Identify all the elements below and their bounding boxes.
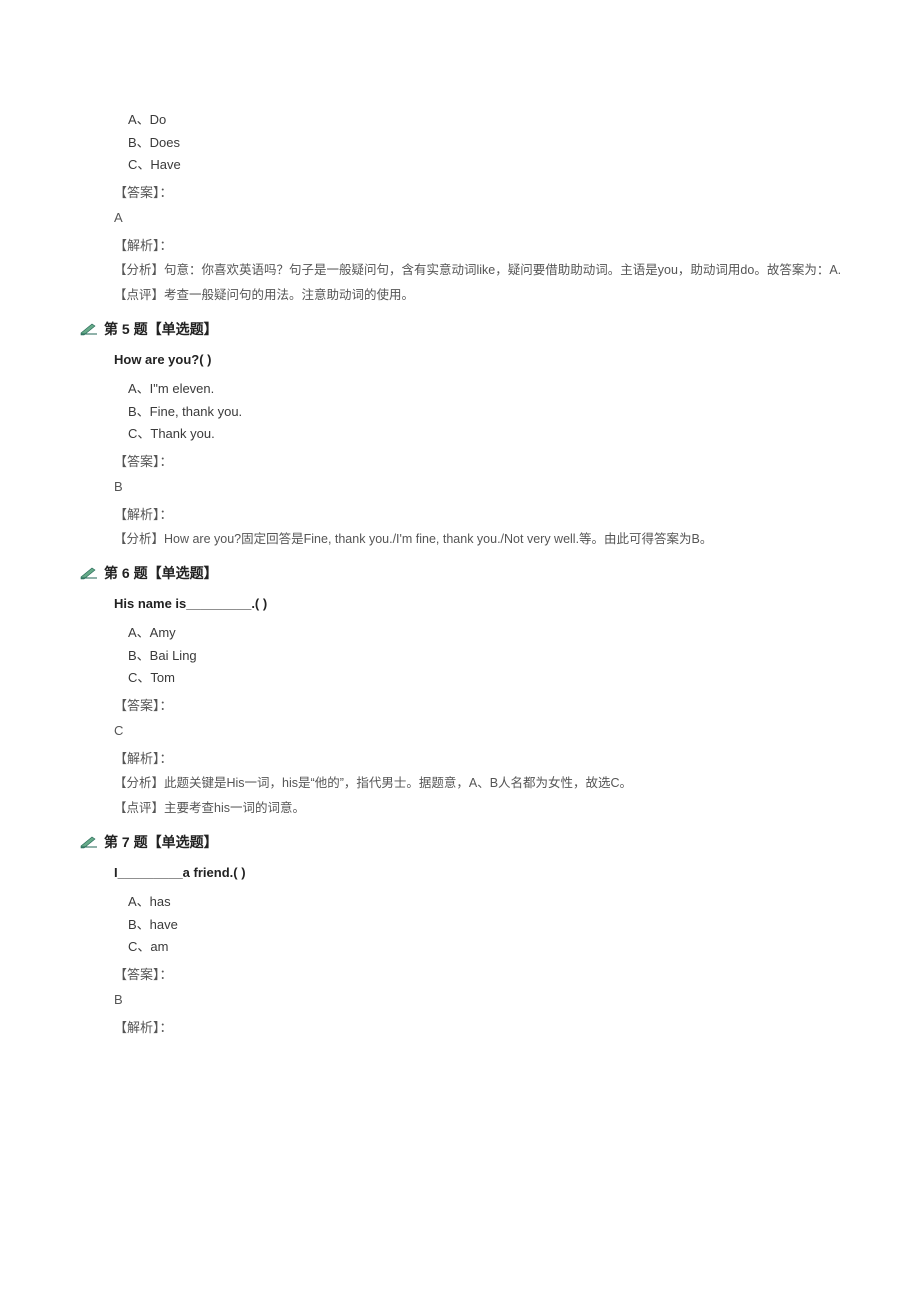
answer-label: 【答案】： bbox=[114, 183, 850, 203]
pencil-icon bbox=[80, 835, 98, 849]
question-header: 第 6 题【单选题】 bbox=[104, 563, 218, 584]
answer-value: B bbox=[70, 477, 850, 497]
answer-label: 【答案】： bbox=[114, 452, 850, 472]
answer-value: B bbox=[70, 990, 850, 1010]
question-stem: I_________a friend.( ) bbox=[70, 863, 850, 883]
pencil-icon bbox=[80, 322, 98, 336]
answer-label: 【答案】： bbox=[114, 696, 850, 716]
analysis-label: 【解析】： bbox=[114, 236, 850, 256]
option-a: A、Amy bbox=[114, 623, 850, 643]
option-b: B、Fine, thank you. bbox=[114, 402, 850, 422]
answer-label: 【答案】： bbox=[114, 965, 850, 985]
option-a: A、has bbox=[114, 892, 850, 912]
pencil-icon bbox=[80, 566, 98, 580]
option-c: C、Have bbox=[114, 155, 850, 175]
option-c: C、Thank you. bbox=[114, 424, 850, 444]
question-header: 第 5 题【单选题】 bbox=[104, 319, 218, 340]
question-header: 第 7 题【单选题】 bbox=[104, 832, 218, 853]
analysis-text: 【点评】主要考查his一词的词意。 bbox=[114, 799, 850, 818]
analysis-label: 【解析】： bbox=[114, 1018, 850, 1038]
answer-value: C bbox=[70, 721, 850, 741]
option-c: C、Tom bbox=[114, 668, 850, 688]
option-a: A、I"m eleven. bbox=[114, 379, 850, 399]
option-a: A、Do bbox=[114, 110, 850, 130]
analysis-text: 【分析】此题关键是His一词，his是“他的”，指代男士。据题意，A、B人名都为… bbox=[114, 774, 850, 793]
analysis-label: 【解析】： bbox=[114, 505, 850, 525]
option-b: B、Bai Ling bbox=[114, 646, 850, 666]
question-stem: His name is_________.( ) bbox=[70, 594, 850, 614]
answer-value: A bbox=[70, 208, 850, 228]
option-c: C、am bbox=[114, 937, 850, 957]
option-b: B、have bbox=[114, 915, 850, 935]
option-b: B、Does bbox=[114, 133, 850, 153]
analysis-text: 【分析】句意：你喜欢英语吗？句子是一般疑问句，含有实意动词like，疑问要借助助… bbox=[114, 261, 850, 280]
question-stem: How are you?( ) bbox=[70, 350, 850, 370]
analysis-text: 【分析】How are you?固定回答是Fine, thank you./I'… bbox=[114, 530, 850, 549]
analysis-text: 【点评】考查一般疑问句的用法。注意助动词的使用。 bbox=[114, 286, 850, 305]
analysis-label: 【解析】： bbox=[114, 749, 850, 769]
